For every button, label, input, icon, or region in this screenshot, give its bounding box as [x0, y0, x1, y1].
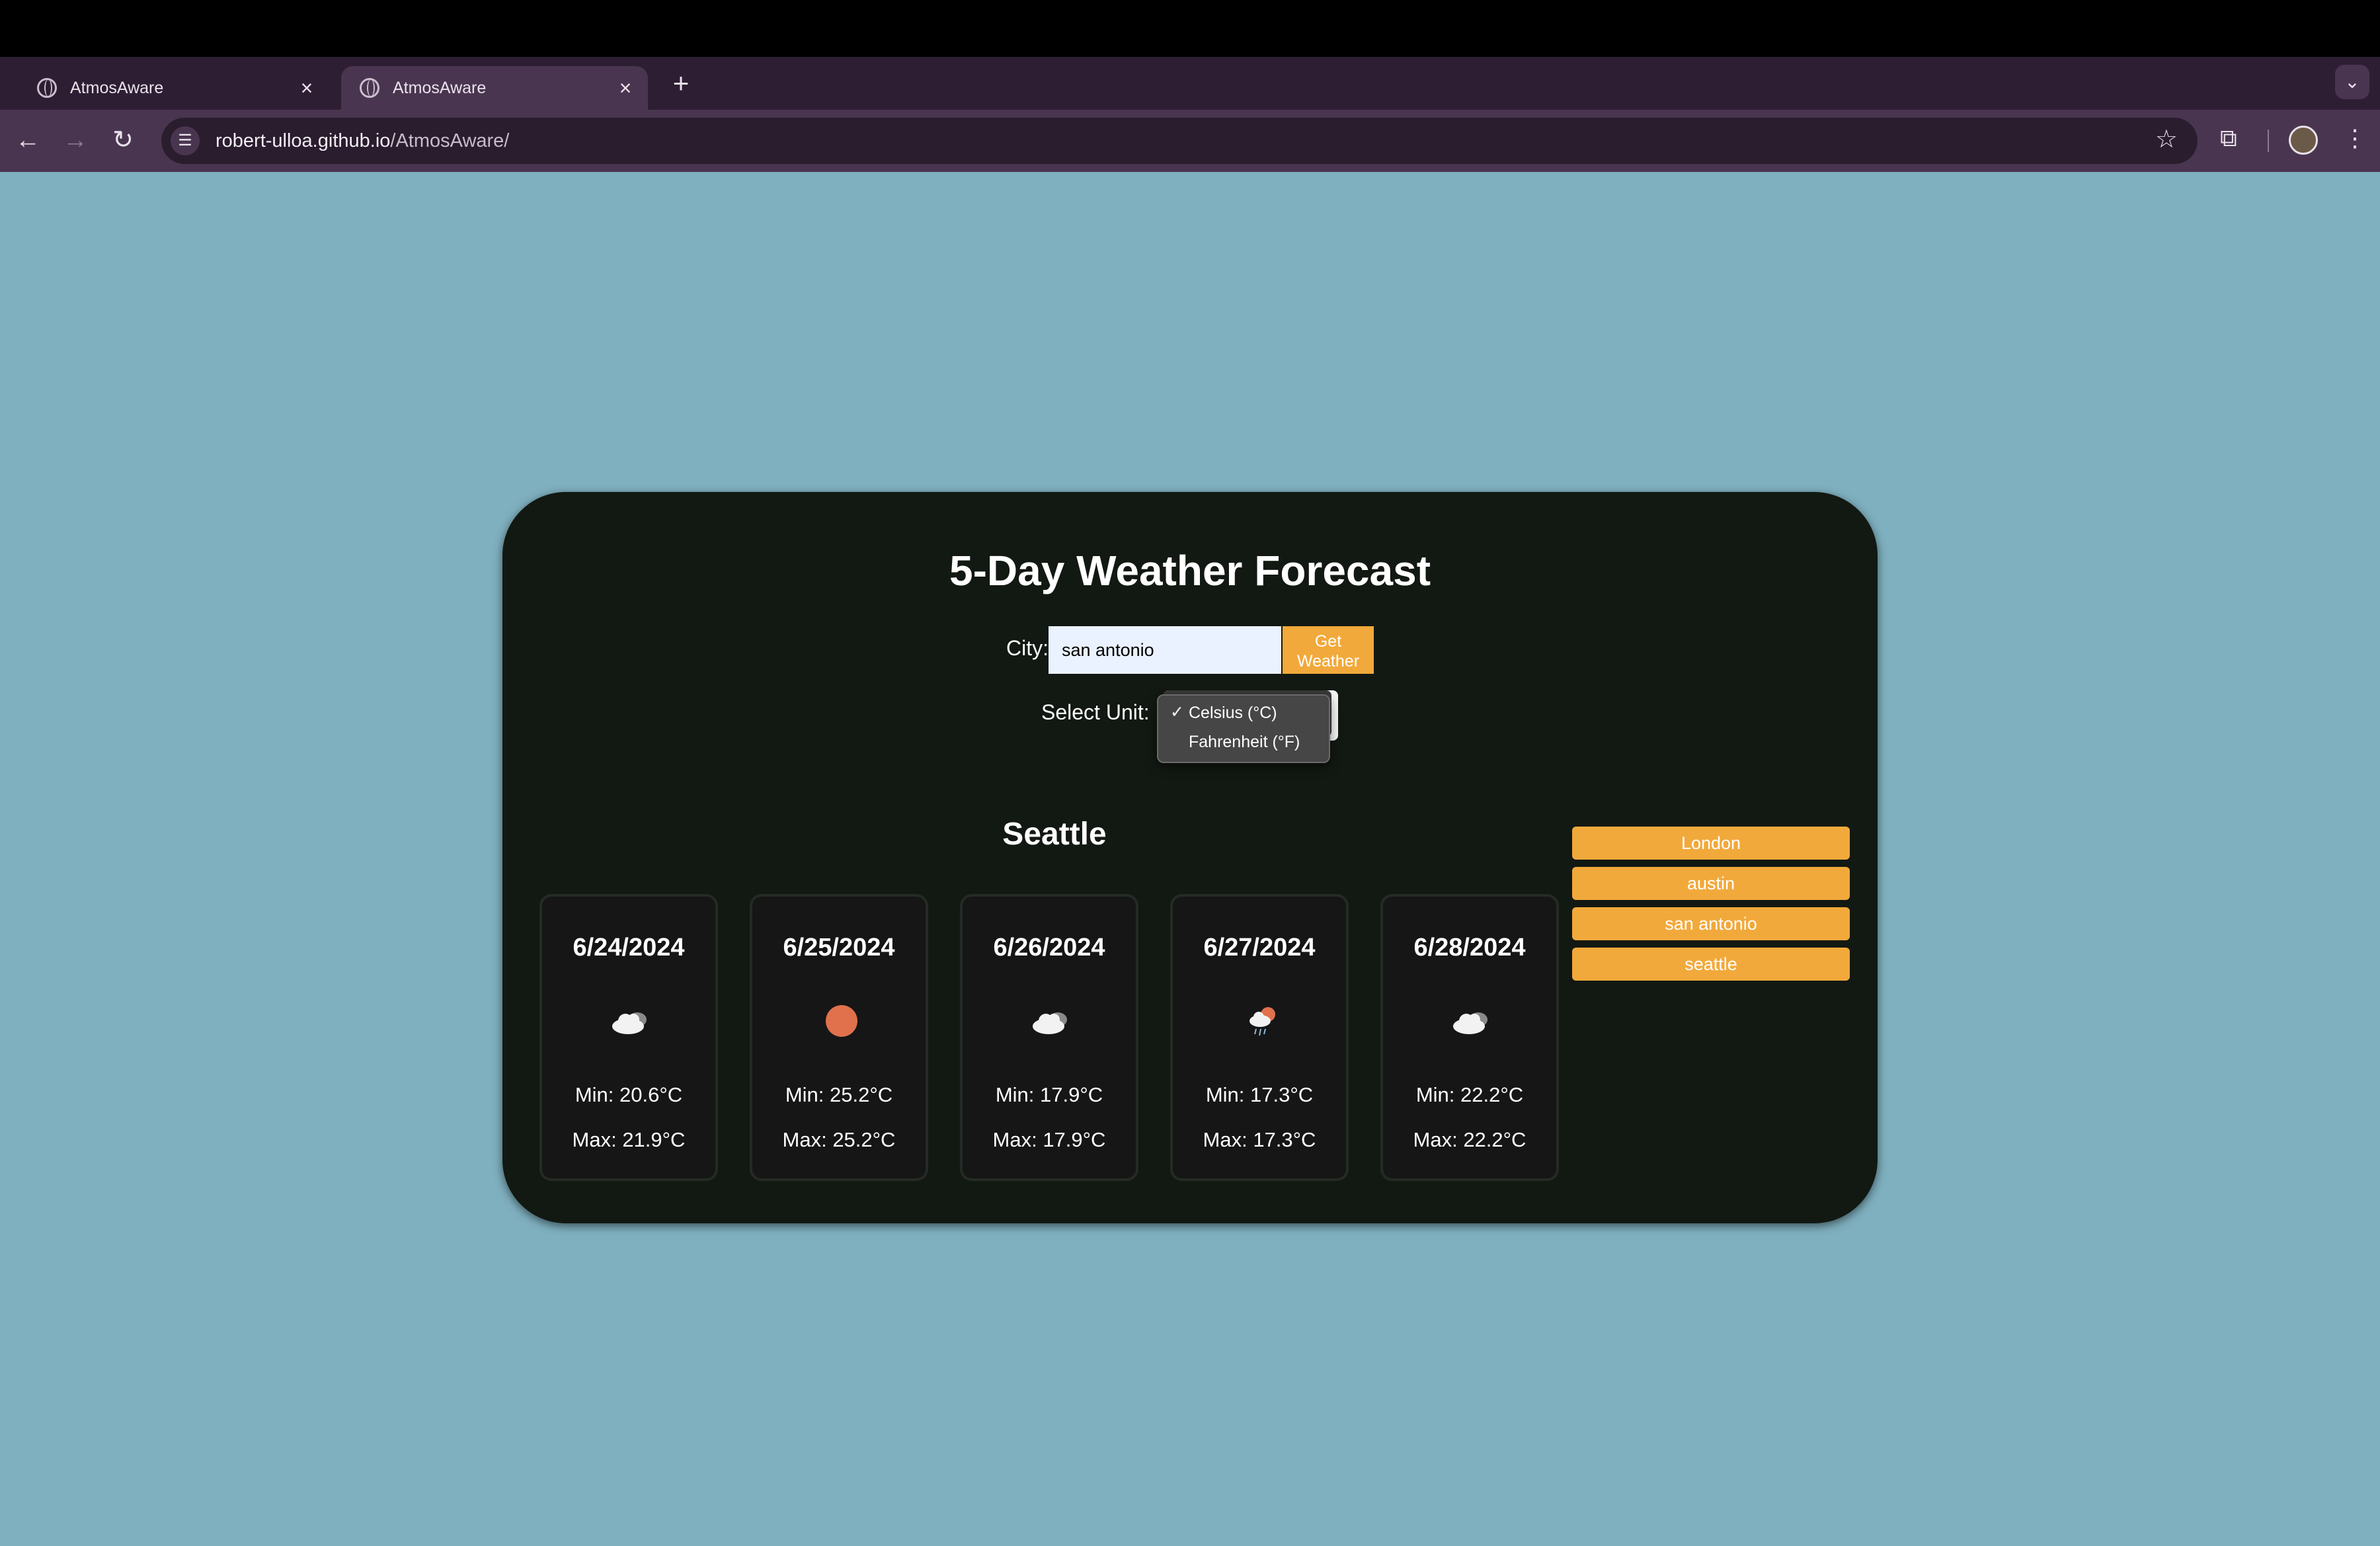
close-icon[interactable]: ×: [294, 76, 320, 101]
sun-icon: [826, 1005, 857, 1037]
history-button-san-antonio[interactable]: san antonio: [1572, 907, 1850, 940]
globe-icon: [37, 78, 57, 98]
forecast-day-card: 6/24/2024 Min: 20.6°C Max: 21.9°C: [539, 894, 718, 1181]
unit-label: Select Unit:: [1041, 700, 1150, 724]
cloud-icon: [612, 1012, 647, 1034]
forecast-max: Max: 25.2°C: [782, 1128, 896, 1151]
weather-card: 5-Day Weather Forecast City: Get Weather…: [502, 492, 1878, 1223]
unit-option-celsius[interactable]: Celsius (°C): [1189, 704, 1277, 723]
unit-option-fahrenheit[interactable]: Fahrenheit (°F): [1189, 733, 1300, 752]
forecast-min: Min: 20.6°C: [575, 1083, 683, 1106]
unit-dropdown-menu: ✓ Celsius (°C) Fahrenheit (°F): [1157, 694, 1330, 763]
url-host: robert-ulloa.github.io: [216, 130, 391, 151]
forecast-min: Min: 17.9°C: [995, 1083, 1103, 1106]
menu-kebab-icon[interactable]: ⋮: [2343, 124, 2367, 152]
screen-top-bar: [0, 0, 2380, 57]
tab-title: AtmosAware: [70, 78, 164, 97]
forward-arrow-icon[interactable]: →: [57, 122, 94, 159]
forecast-date: 6/27/2024: [1203, 934, 1316, 961]
tab-2[interactable]: AtmosAware ×: [341, 66, 648, 110]
get-weather-button[interactable]: Get Weather: [1283, 626, 1374, 674]
back-arrow-icon[interactable]: ←: [9, 122, 46, 159]
rain-sun-icon: [1250, 1007, 1275, 1036]
url-path: /AtmosAware/: [390, 130, 510, 151]
reload-icon[interactable]: ↻: [104, 122, 141, 159]
url-text[interactable]: robert-ulloa.github.io/AtmosAware/: [216, 130, 509, 152]
new-tab-button[interactable]: +: [664, 66, 698, 101]
tab-1[interactable]: AtmosAware ×: [19, 66, 329, 110]
forecast-max: Max: 22.2°C: [1413, 1128, 1527, 1151]
cloud-icon: [1033, 1012, 1067, 1034]
forecast-date: 6/25/2024: [783, 934, 895, 961]
tab-search-button[interactable]: ⌄: [2335, 65, 2369, 99]
site-settings-icon[interactable]: ☰: [171, 126, 200, 155]
forecast-max: Max: 17.3°C: [1203, 1128, 1316, 1151]
history-button-london[interactable]: London: [1572, 827, 1850, 860]
globe-icon: [360, 78, 379, 98]
forecast-max: Max: 21.9°C: [572, 1128, 686, 1151]
forecast-day-card: 6/27/2024 Min: 17.3°C Max: 17.3°C: [1170, 894, 1349, 1181]
forecast-min: Min: 25.2°C: [785, 1083, 893, 1106]
tab-title: AtmosAware: [393, 78, 487, 97]
extensions-icon[interactable]: ⧉: [2220, 124, 2237, 153]
history-button-austin[interactable]: austin: [1572, 867, 1850, 900]
history-button-seattle[interactable]: seattle: [1572, 948, 1850, 981]
bookmark-star-icon[interactable]: ☆: [2155, 124, 2178, 154]
forecast-date: 6/26/2024: [993, 934, 1105, 961]
tab-strip: AtmosAware × AtmosAware ×: [0, 57, 2380, 110]
forecast-min: Min: 17.3°C: [1205, 1083, 1314, 1106]
city-input[interactable]: [1049, 626, 1281, 674]
cloud-icon: [1453, 1012, 1488, 1034]
page-title: 5-Day Weather Forecast: [949, 547, 1431, 594]
forecast-day-card: 6/26/2024 Min: 17.9°C Max: 17.9°C: [960, 894, 1138, 1181]
forecast-day-card: 6/28/2024 Min: 22.2°C Max: 22.2°C: [1380, 894, 1559, 1181]
forecast-min: Min: 22.2°C: [1415, 1083, 1524, 1106]
toolbar-divider: [2268, 130, 2269, 152]
address-bar[interactable]: ☰ robert-ulloa.github.io/AtmosAware/ ☆: [161, 118, 2198, 164]
forecast-city-name: Seattle: [1002, 817, 1107, 852]
forecast-max: Max: 17.9°C: [992, 1128, 1106, 1151]
city-label: City:: [1006, 636, 1049, 660]
forecast-day-card: 6/25/2024 Min: 25.2°C Max: 25.2°C: [750, 894, 928, 1181]
check-icon: ✓: [1170, 703, 1184, 721]
forecast-date: 6/24/2024: [573, 934, 685, 961]
browser-toolbar: ← → ↻ ☰ robert-ulloa.github.io/AtmosAwar…: [0, 110, 2380, 172]
close-icon[interactable]: ×: [612, 76, 639, 101]
forecast-date: 6/28/2024: [1413, 934, 1526, 961]
profile-avatar[interactable]: [2289, 126, 2318, 155]
